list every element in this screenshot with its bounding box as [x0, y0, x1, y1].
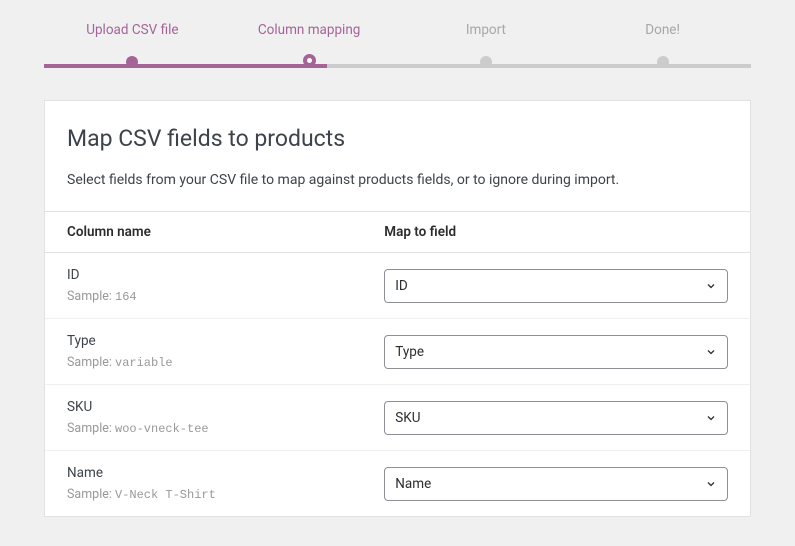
column-header-name: Column name: [67, 224, 384, 240]
field-sample: Sample: variable: [67, 355, 384, 370]
map-field-select[interactable]: SKU: [384, 401, 728, 435]
map-field-select[interactable]: Type: [384, 335, 728, 369]
map-field-select[interactable]: Name: [384, 467, 728, 501]
map-field-select[interactable]: ID: [384, 269, 728, 303]
step-dot-icon: [657, 56, 669, 68]
page-description: Select fields from your CSV file to map …: [67, 170, 728, 191]
step-column-mapping[interactable]: Column mapping: [221, 22, 398, 68]
select-value: ID: [395, 278, 408, 294]
select-value: Name: [395, 476, 431, 492]
step-dot-icon: [480, 56, 492, 68]
step-label: Upload CSV file: [44, 22, 221, 38]
field-name: Name: [67, 465, 384, 481]
chevron-down-icon: [705, 280, 717, 292]
step-label: Column mapping: [221, 22, 398, 38]
chevron-down-icon: [705, 346, 717, 358]
chevron-down-icon: [705, 412, 717, 424]
page-title: Map CSV fields to products: [67, 125, 728, 152]
step-import: Import: [398, 22, 575, 68]
field-name: ID: [67, 267, 384, 283]
field-sample: Sample: woo-vneck-tee: [67, 421, 384, 436]
table-row: ID Sample: 164 ID: [45, 253, 750, 319]
mapping-panel: Map CSV fields to products Select fields…: [44, 100, 751, 517]
field-name: Type: [67, 333, 384, 349]
table-row: SKU Sample: woo-vneck-tee SKU: [45, 385, 750, 451]
table-row: Type Sample: variable Type: [45, 319, 750, 385]
select-value: SKU: [395, 410, 420, 426]
step-label: Import: [398, 22, 575, 38]
chevron-down-icon: [705, 478, 717, 490]
step-upload-csv[interactable]: Upload CSV file: [44, 22, 221, 68]
mapping-table-header: Column name Map to field: [45, 211, 750, 253]
column-header-map: Map to field: [384, 224, 728, 240]
progress-stepper: Upload CSV file Column mapping Import Do…: [0, 22, 795, 68]
field-name: SKU: [67, 399, 384, 415]
step-done: Done!: [574, 22, 751, 68]
step-label: Done!: [574, 22, 751, 38]
field-sample: Sample: 164: [67, 289, 384, 304]
select-value: Type: [395, 344, 424, 360]
table-row: Name Sample: V-Neck T-Shirt Name: [45, 451, 750, 516]
stepper-progress: [44, 64, 327, 68]
field-sample: Sample: V-Neck T-Shirt: [67, 487, 384, 502]
step-dot-icon: [303, 54, 316, 67]
